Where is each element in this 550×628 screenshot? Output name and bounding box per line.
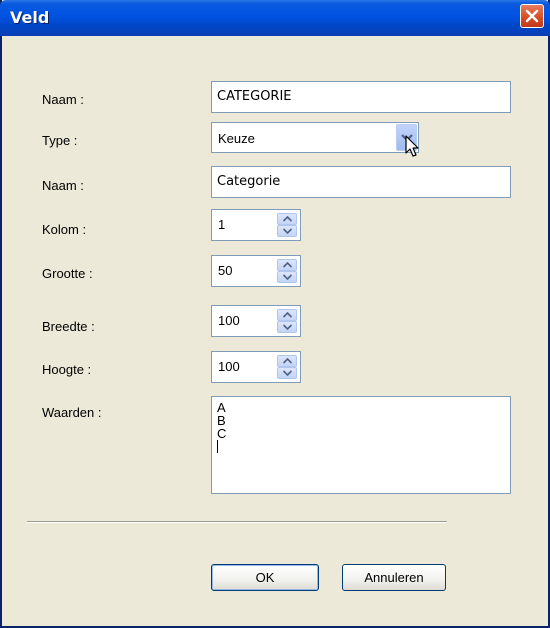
waarden-label: Waarden : — [42, 405, 102, 420]
arrow-up-icon — [283, 358, 292, 364]
title-bar: Veld — [0, 0, 550, 36]
waarden-line: C — [217, 426, 227, 441]
breedte-spin-down[interactable] — [277, 321, 297, 333]
display-name-label: Naam : — [42, 178, 84, 193]
close-button[interactable] — [520, 4, 544, 28]
text-caret-line — [217, 440, 505, 453]
kolom-spin-up[interactable] — [277, 213, 297, 225]
grootte-label: Grootte : — [42, 266, 93, 281]
grootte-value: 50 — [218, 263, 233, 278]
display-name-field[interactable]: Categorie — [211, 166, 511, 198]
window-title: Veld — [10, 8, 50, 27]
breedte-spin-up[interactable] — [277, 309, 297, 321]
waarden-textarea[interactable]: A B C — [211, 396, 511, 494]
type-label: Type : — [42, 133, 78, 148]
arrow-up-icon — [283, 216, 292, 222]
hoogte-label: Hoogte : — [42, 362, 92, 377]
hoogte-spin-down[interactable] — [277, 367, 297, 379]
kolom-spinner[interactable]: 1 — [211, 209, 301, 241]
kolom-spin-down[interactable] — [277, 225, 297, 237]
grootte-spin-down[interactable] — [277, 271, 297, 283]
grootte-spinner[interactable]: 50 — [211, 255, 301, 287]
waarden-line: B — [217, 413, 226, 428]
arrow-up-icon — [283, 262, 292, 268]
waarden-line: A — [217, 400, 226, 415]
arrow-down-icon — [283, 370, 292, 376]
breedte-value: 100 — [218, 313, 240, 328]
breedte-label: Breedte : — [42, 319, 95, 334]
cancel-button[interactable]: Annuleren — [342, 564, 446, 591]
separator — [27, 521, 447, 523]
grootte-spin-up[interactable] — [277, 259, 297, 271]
breedte-spinner[interactable]: 100 — [211, 305, 301, 337]
hoogte-value: 100 — [218, 359, 240, 374]
ok-button[interactable]: OK — [211, 564, 319, 591]
type-select-value: Keuze — [218, 131, 255, 146]
type-select[interactable]: Keuze — [211, 122, 419, 153]
kolom-label: Kolom : — [42, 222, 87, 237]
text-caret — [217, 440, 218, 453]
naam-field[interactable]: CATEGORIE — [211, 81, 511, 113]
arrow-down-icon — [283, 274, 292, 280]
kolom-value: 1 — [218, 217, 226, 232]
arrow-down-icon — [283, 228, 292, 234]
arrow-up-icon — [283, 312, 292, 318]
close-icon — [525, 9, 539, 23]
naam-label: Naam : — [42, 92, 84, 107]
hoogte-spin-up[interactable] — [277, 355, 297, 367]
dialog-window: Veld Naam : CATEGORIE Type : Keuze Naam … — [0, 0, 550, 628]
arrow-down-icon — [283, 324, 292, 330]
hoogte-spinner[interactable]: 100 — [211, 351, 301, 383]
mouse-pointer-icon — [405, 135, 419, 157]
